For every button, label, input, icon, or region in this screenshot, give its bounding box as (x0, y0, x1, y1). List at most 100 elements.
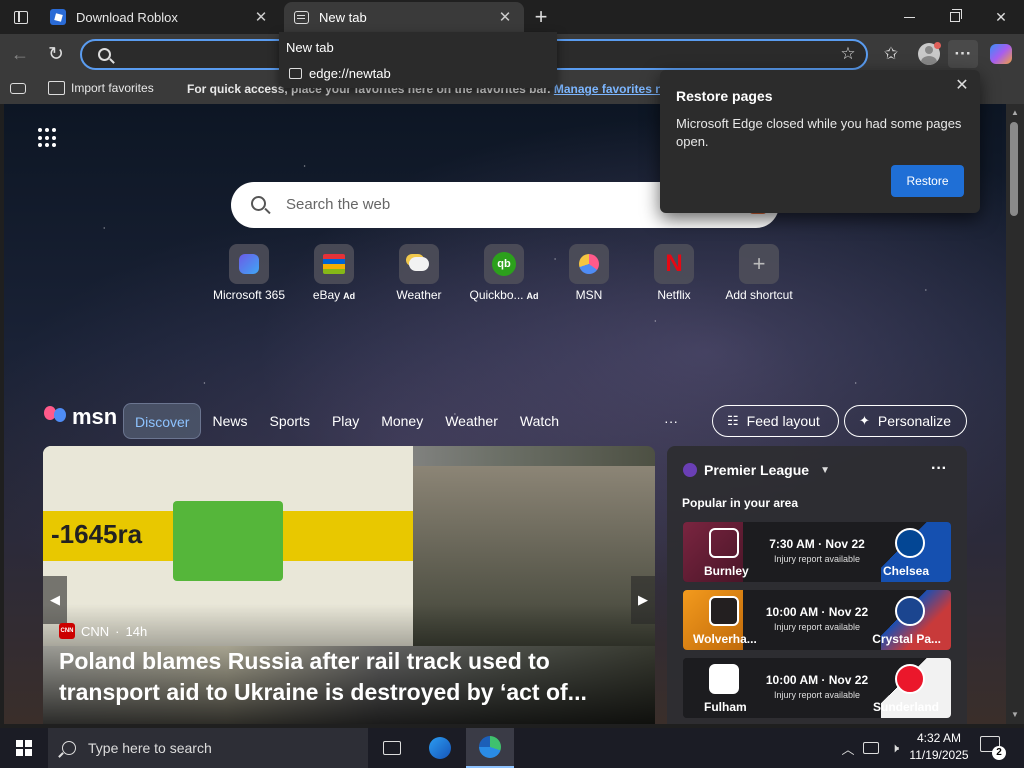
favorites-bar-toggle-icon[interactable] (10, 83, 26, 94)
shortcut-label: Add shortcut (725, 288, 793, 302)
train-coupler (173, 501, 283, 581)
away-team: Chelsea (882, 564, 929, 578)
msn-logo[interactable]: msn (44, 404, 117, 430)
taskbar-edge-button[interactable] (466, 728, 514, 768)
refresh-button[interactable]: ↻ (42, 40, 70, 68)
train-number: -1645ra (51, 519, 143, 549)
import-icon (48, 81, 65, 95)
match-card[interactable]: Fulham Sunderland 10:00 AM · Nov 22 Inju… (683, 658, 951, 718)
restore-title: Restore pages (676, 88, 773, 104)
volume-muted-icon[interactable]: 🕨 (884, 728, 906, 768)
match-time: 7:30 AM · Nov 22 (769, 537, 865, 551)
back-button[interactable]: ← (6, 40, 34, 68)
restore-button[interactable]: Restore (891, 165, 964, 197)
tab-actions-button[interactable] (8, 5, 34, 29)
shortcut-quickbooks[interactable]: qb Quickbo... Ad (459, 244, 549, 302)
msn-logo-text: msn (72, 404, 118, 429)
nav-sports[interactable]: Sports (258, 403, 320, 439)
premier-league-icon (683, 463, 697, 477)
search-icon (98, 48, 111, 61)
profile-button[interactable] (914, 40, 944, 68)
league-selector[interactable]: Premier League ▼ (683, 462, 830, 478)
network-button[interactable] (860, 728, 882, 768)
quickbooks-icon: qb (484, 244, 524, 284)
injury-note: Injury report available (773, 554, 861, 564)
taskbar-search-box[interactable]: Type here to search (48, 728, 368, 768)
premier-league-widget: Premier League ▼ ··· Popular in your are… (667, 446, 967, 724)
shortcut-label: MSN (575, 288, 603, 302)
shortcut-msn[interactable]: MSN (544, 244, 634, 302)
match-card[interactable]: Wolverha... Crystal Pa... 10:00 AM · Nov… (683, 590, 951, 650)
tab-download-roblox[interactable]: Download Roblox ✕ (40, 2, 280, 32)
tab-close-button[interactable]: ✕ (250, 6, 272, 28)
windows-taskbar: Type here to search ︿ 🕨 4:32 AM 11/19/20… (0, 728, 1024, 768)
minimize-button[interactable] (886, 0, 932, 34)
tab-new-tab[interactable]: New tab ✕ (284, 2, 524, 32)
new-tab-button[interactable]: + (528, 4, 554, 30)
restore-close-button[interactable]: ✕ (952, 76, 972, 96)
widget-subtitle: Popular in your area (682, 496, 799, 510)
feed-layout-button[interactable]: ☷ Feed layout (712, 405, 839, 437)
page-scrollbar[interactable]: ▲ ▼ (1006, 104, 1024, 724)
shortcut-label: Quickbo... Ad (469, 288, 539, 302)
injury-note: Injury report available (773, 690, 861, 700)
sparkle-icon: ✦ (859, 413, 870, 428)
app-launcher-icon[interactable] (38, 128, 58, 148)
taskbar-search-placeholder: Type here to search (88, 740, 212, 756)
tab-label: Download Roblox (76, 9, 178, 25)
restore-window-button[interactable] (932, 0, 978, 34)
nav-news[interactable]: News (201, 403, 258, 439)
clock-time: 4:32 AM (916, 731, 962, 745)
nav-discover[interactable]: Discover (123, 403, 202, 439)
shortcut-microsoft-365[interactable]: Microsoft 365 (204, 244, 294, 302)
source-name: CNN (81, 623, 110, 639)
tab-close-button[interactable]: ✕ (494, 6, 516, 28)
hero-news-card[interactable]: -1645ra ◀ ▶ CNN CNN · 14h Poland blames … (43, 446, 655, 724)
news-headline[interactable]: Poland blames Russia after rail track us… (59, 646, 619, 708)
carousel-next-button[interactable]: ▶ (631, 576, 655, 624)
network-icon (863, 742, 879, 754)
shortcut-netflix[interactable]: N Netflix (629, 244, 719, 302)
taskbar-clock[interactable]: 4:32 AM 11/19/2025 (906, 730, 972, 764)
settings-more-button[interactable]: ··· (948, 40, 978, 68)
carousel-prev-button[interactable]: ◀ (43, 576, 67, 624)
msn-feed-header: msn Discover News Sports Play Money Weat… (40, 396, 980, 446)
import-favorites-button[interactable]: Import favorites (48, 81, 154, 95)
ebay-icon (314, 244, 354, 284)
personalize-button[interactable]: ✦ Personalize (844, 405, 967, 437)
taskbar-app-button[interactable] (416, 728, 464, 768)
task-view-button[interactable] (368, 728, 416, 768)
injury-note: Injury report available (773, 622, 861, 632)
news-source: CNN CNN · 14h (59, 623, 148, 639)
add-favorite-star-icon[interactable]: ☆ (838, 44, 858, 64)
shortcut-weather[interactable]: Weather (374, 244, 464, 302)
restore-pages-dialog: Restore pages Microsoft Edge closed whil… (660, 70, 980, 213)
match-time: 10:00 AM · Nov 22 (765, 605, 869, 619)
widget-more-button[interactable]: ··· (931, 460, 947, 478)
favorites-button[interactable]: ✩ (876, 40, 906, 68)
close-window-button[interactable]: ✕ (978, 0, 1024, 34)
scroll-down-icon[interactable]: ▼ (1010, 710, 1020, 720)
notification-center-button[interactable]: 2 (980, 736, 1006, 760)
nav-weather[interactable]: Weather (434, 403, 509, 439)
start-button[interactable] (0, 728, 48, 768)
shortcut-ebay[interactable]: eBay Ad (289, 244, 379, 302)
match-card[interactable]: Burnley Chelsea 7:30 AM · Nov 22 Injury … (683, 522, 951, 582)
search-icon (251, 196, 266, 211)
nav-money[interactable]: Money (370, 403, 434, 439)
scrollbar-thumb[interactable] (1010, 122, 1018, 216)
nav-more-button[interactable]: ··· (650, 403, 692, 439)
show-hidden-icons-button[interactable]: ︿ (838, 728, 858, 768)
scroll-up-icon[interactable]: ▲ (1010, 108, 1020, 118)
copilot-button[interactable] (986, 40, 1016, 68)
tab-hover-title: New tab (286, 40, 334, 55)
home-team: Wolverha... (693, 632, 757, 646)
minimize-icon (903, 16, 915, 18)
import-favorites-label: Import favorites (71, 81, 154, 95)
notification-count: 2 (992, 746, 1006, 760)
tab-hover-url-text: edge://newtab (309, 66, 391, 81)
nav-play[interactable]: Play (321, 403, 370, 439)
copilot-icon (990, 44, 1012, 64)
nav-watch[interactable]: Watch (509, 403, 570, 439)
add-shortcut-button[interactable]: + Add shortcut (714, 244, 804, 302)
